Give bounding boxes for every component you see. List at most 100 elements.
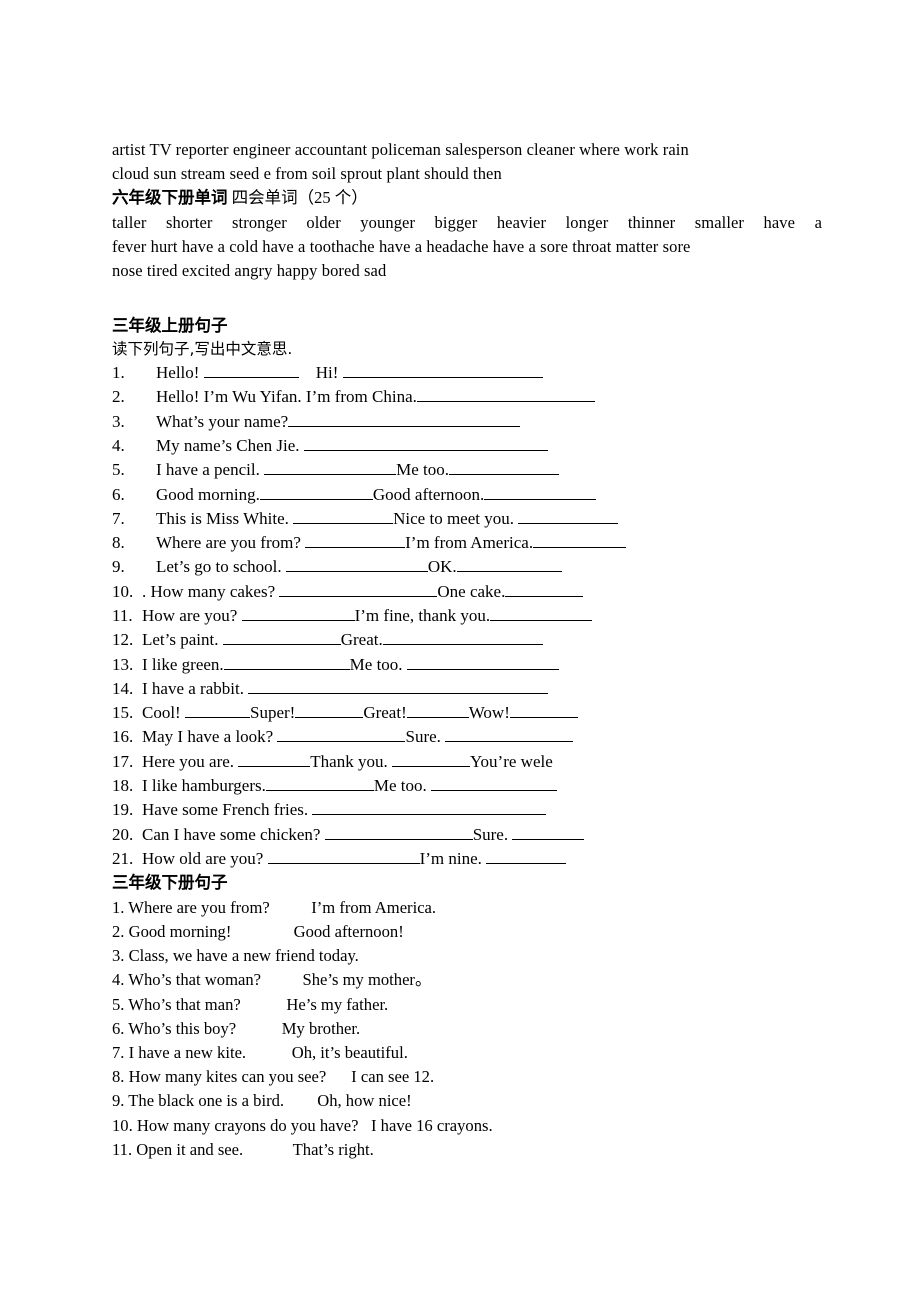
answer-blank[interactable]	[431, 774, 557, 792]
sentence-number: 12.	[112, 630, 134, 650]
answer-blank[interactable]	[416, 386, 595, 403]
sentence-text: . How many cakes?	[142, 581, 280, 601]
answer-blank[interactable]	[265, 774, 374, 792]
answer-blank[interactable]	[184, 702, 250, 719]
answer-blank[interactable]	[382, 629, 543, 646]
answer-blank[interactable]	[241, 604, 355, 621]
sentence-text: One cake.	[437, 581, 506, 601]
sentence-text: I’m nine.	[419, 848, 487, 868]
answer-blank[interactable]	[445, 726, 574, 743]
answer-blank[interactable]	[285, 556, 428, 573]
sentence-row: 6. Good morning. Good afternoon.	[112, 483, 822, 507]
answer-blank[interactable]	[203, 361, 299, 379]
grade3-down-heading: 三年级下册句子	[112, 873, 228, 893]
sentence-text: Sure.	[405, 727, 446, 747]
answer-blank[interactable]	[238, 750, 311, 767]
sentence-row: 13. I like green. Me too.	[112, 653, 822, 677]
sentence-row: 7. This is Miss White. Nice to meet you.	[112, 507, 822, 531]
answer-blank[interactable]	[293, 507, 394, 524]
sentence-row: 11. Open it and see. That’s right.	[112, 1139, 374, 1159]
answer-blank[interactable]	[509, 702, 578, 719]
grade6-word-line-1: taller shorter stronger older younger bi…	[112, 212, 822, 232]
sentence-indent	[142, 385, 156, 409]
sentence-row: 8. Where are you from? I’m from America.	[112, 531, 822, 555]
sentence-text: I like green.	[142, 654, 224, 674]
sentence-indent	[142, 434, 156, 458]
sentence-text: Great.	[340, 630, 383, 650]
answer-blank[interactable]	[303, 434, 548, 451]
sentence-indent	[142, 507, 156, 531]
answer-blank[interactable]	[512, 823, 585, 840]
sentence-text: Can I have some chicken?	[142, 824, 325, 844]
answer-blank[interactable]	[277, 726, 406, 743]
sentence-row: 16. May I have a look? Sure.	[112, 725, 822, 749]
grade6-word-line-3: nose tired excited angry happy bored sad	[112, 261, 387, 281]
sentence-row: 4. Who’s that woman? She’s my mother。	[112, 970, 432, 990]
sentence-row: 9. The black one is a bird. Oh, how nice…	[112, 1091, 412, 1111]
answer-blank[interactable]	[456, 556, 562, 573]
sentence-row: 9. Let’s go to school. OK.	[112, 555, 822, 579]
sentence-indent	[142, 483, 156, 507]
answer-blank[interactable]	[505, 580, 584, 597]
answer-blank[interactable]	[324, 823, 473, 840]
answer-blank[interactable]	[448, 459, 559, 476]
answer-blank[interactable]	[391, 750, 470, 767]
grade3-up-instruction: 读下列句子,写出中文意思.	[112, 340, 293, 359]
sentence-text: Good morning.	[156, 484, 260, 504]
answer-blank[interactable]	[305, 531, 406, 549]
answer-blank[interactable]	[279, 580, 438, 597]
answer-blank[interactable]	[267, 847, 420, 864]
sentence-text: You’re wele	[469, 751, 553, 771]
answer-blank[interactable]	[484, 483, 597, 500]
sentence-text: My name’s Chen Jie.	[156, 435, 304, 455]
grade6-words-heading-note: 四会单词（25 个）	[227, 188, 368, 208]
word-list-line-2: cloud sun stream seed e from soil sprout…	[112, 164, 502, 184]
answer-blank[interactable]	[222, 629, 341, 646]
sentence-text: I have a pencil.	[156, 460, 265, 480]
grade3-up-heading: 三年级上册句子	[112, 315, 228, 335]
answer-blank[interactable]	[518, 507, 619, 524]
sentence-text: Thank you.	[310, 751, 392, 771]
sentence-text: How are you?	[142, 605, 242, 625]
answer-blank[interactable]	[406, 702, 469, 719]
answer-blank[interactable]	[312, 799, 547, 816]
answer-blank[interactable]	[264, 459, 397, 476]
grade3-up-sentence-list: 1. Hello! Hi! 2. Hello! I’m Wu Yifan. I’…	[112, 361, 822, 871]
sentence-text: Where are you from?	[156, 533, 306, 553]
sentence-text: Wow!	[468, 703, 510, 723]
answer-blank[interactable]	[259, 483, 373, 500]
answer-blank[interactable]	[342, 361, 543, 379]
sentence-row: 21. How old are you? I’m nine.	[112, 847, 822, 871]
sentence-text: What’s your name?	[156, 411, 289, 431]
sentence-number: 6.	[112, 484, 125, 504]
sentence-row: 10. How many crayons do you have? I have…	[112, 1115, 493, 1135]
answer-blank[interactable]	[248, 677, 549, 694]
answer-blank[interactable]	[295, 702, 364, 719]
answer-blank[interactable]	[288, 410, 521, 427]
sentence-row: 12. Let’s paint. Great.	[112, 628, 822, 652]
sentence-text: Good afternoon.	[372, 484, 485, 504]
sentence-row: 3. What’s your name?	[112, 410, 822, 434]
sentence-row: 7. I have a new kite. Oh, it’s beautiful…	[112, 1042, 408, 1062]
sentence-text: Have some French fries.	[142, 800, 313, 820]
sentence-indent	[142, 410, 156, 434]
sentence-number: 11.	[112, 605, 133, 625]
sentence-text: Me too.	[396, 460, 449, 480]
word-list-line-1: artist TV reporter engineer accountant p…	[112, 140, 689, 159]
sentence-row: 6. Who’s this boy? My brother.	[112, 1018, 361, 1038]
sentence-text: Here you are.	[142, 751, 239, 771]
sentence-text: Hello!	[156, 363, 204, 383]
answer-blank[interactable]	[486, 847, 567, 864]
sentence-number: 8.	[112, 533, 125, 553]
sentence-number: 3.	[112, 411, 125, 431]
sentence-text: I’m from America.	[405, 533, 534, 553]
answer-blank[interactable]	[406, 653, 559, 670]
sentence-number: 20.	[112, 824, 134, 844]
sentence-number: 9.	[112, 557, 125, 577]
answer-blank[interactable]	[490, 604, 593, 621]
sentence-text: Hello! I’m Wu Yifan. I’m from China.	[156, 387, 417, 407]
grade6-words-heading: 六年级下册单词 四会单词（25 个）	[112, 186, 822, 211]
answer-blank[interactable]	[223, 653, 350, 670]
answer-blank[interactable]	[533, 531, 627, 549]
